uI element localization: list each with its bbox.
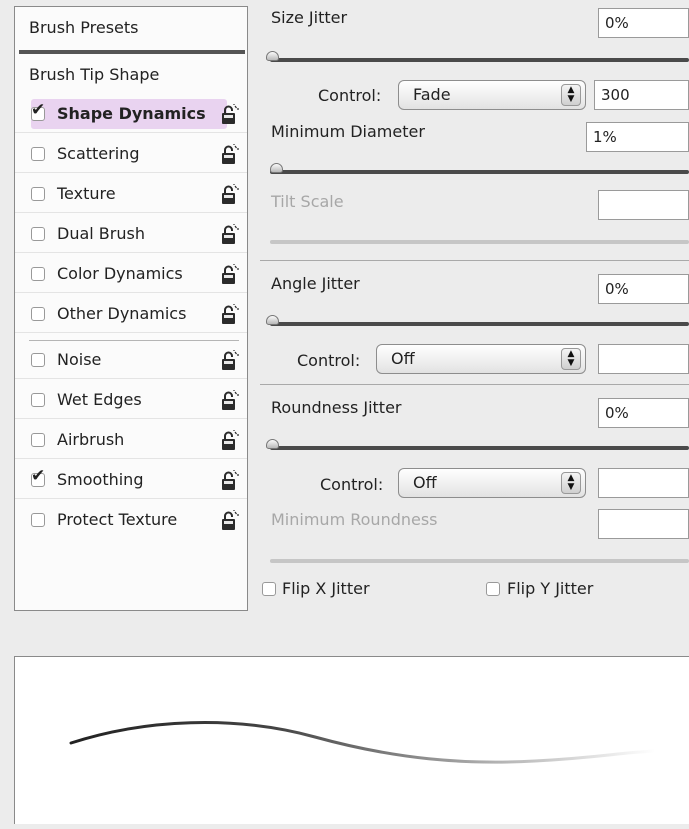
angle-jitter-slider[interactable]: [270, 322, 689, 326]
tilt-scale-label: Tilt Scale: [271, 192, 344, 211]
size-jitter-slider[interactable]: [270, 58, 689, 62]
brush-presets-label: Brush Presets: [29, 18, 139, 37]
dual-brush-label: Dual Brush: [57, 224, 145, 243]
brush-presets-item[interactable]: Brush Presets: [15, 9, 247, 47]
brush-tip-shape-item[interactable]: Brush Tip Shape: [15, 57, 247, 93]
lock-icon[interactable]: [220, 264, 240, 286]
lock-icon[interactable]: [220, 144, 240, 166]
lock-icon[interactable]: [220, 184, 240, 206]
option-texture[interactable]: Texture: [15, 175, 247, 213]
select-arrows-icon: ▲ ▼: [561, 472, 581, 494]
option-other-dynamics[interactable]: Other Dynamics: [15, 295, 247, 333]
minimum-diameter-slider[interactable]: [270, 170, 689, 174]
color-dynamics-checkbox[interactable]: [31, 267, 45, 281]
scattering-label: Scattering: [57, 144, 140, 163]
wet-edges-checkbox[interactable]: [31, 393, 45, 407]
scattering-checkbox[interactable]: [31, 147, 45, 161]
shape-dynamics-label: Shape Dynamics: [57, 104, 206, 123]
option-scattering[interactable]: Scattering: [15, 135, 247, 173]
lock-icon[interactable]: [220, 470, 240, 492]
size-control-label: Control:: [318, 86, 382, 105]
brush-tip-shape-label: Brush Tip Shape: [29, 65, 160, 84]
angle-jitter-label: Angle Jitter: [271, 274, 360, 293]
brush-options-list: Brush Presets Brush Tip Shape ✔ Shape Dyn…: [14, 6, 248, 611]
size-jitter-label: Size Jitter: [271, 8, 348, 27]
wet-edges-label: Wet Edges: [57, 390, 142, 409]
shape-dynamics-checkbox[interactable]: ✔: [31, 102, 45, 121]
flip-y-checkbox[interactable]: [486, 582, 500, 596]
roundness-jitter-slider-knob[interactable]: [266, 439, 279, 449]
option-airbrush[interactable]: Airbrush: [15, 421, 247, 459]
option-wet-edges[interactable]: Wet Edges: [15, 381, 247, 419]
option-smoothing[interactable]: ✔ Smoothing: [15, 461, 247, 499]
option-color-dynamics[interactable]: Color Dynamics: [15, 255, 247, 293]
angle-control-select[interactable]: Off ▲ ▼: [376, 344, 586, 374]
size-control-select[interactable]: Fade ▲ ▼: [398, 80, 586, 110]
lock-icon[interactable]: [220, 350, 240, 372]
stroke-preview-svg: [69, 721, 657, 764]
lock-icon[interactable]: [220, 304, 240, 326]
flip-x-label: Flip X Jitter: [282, 579, 370, 598]
section-divider: [260, 260, 689, 261]
texture-checkbox[interactable]: [31, 187, 45, 201]
flip-x-checkbox[interactable]: [262, 582, 276, 596]
minimum-diameter-label: Minimum Diameter: [271, 122, 425, 141]
option-noise[interactable]: Noise: [15, 341, 247, 379]
lock-icon[interactable]: [220, 224, 240, 246]
smoothing-label: Smoothing: [57, 470, 144, 489]
fade-steps-field[interactable]: 300: [594, 80, 689, 110]
roundness-control-value: Off: [413, 473, 437, 492]
noise-checkbox[interactable]: [31, 353, 45, 367]
airbrush-label: Airbrush: [57, 430, 125, 449]
size-jitter-field[interactable]: 0%: [598, 8, 689, 38]
angle-jitter-slider-knob[interactable]: [266, 315, 279, 325]
angle-control-value: Off: [391, 349, 415, 368]
checkmark-icon: ✔: [31, 100, 46, 120]
roundness-control-label: Control:: [320, 475, 384, 494]
divider: [19, 50, 245, 54]
roundness-jitter-field[interactable]: 0%: [598, 398, 689, 428]
checkmark-icon: ✔: [31, 466, 46, 486]
angle-jitter-field[interactable]: 0%: [598, 274, 689, 304]
minimum-diameter-field[interactable]: 1%: [586, 122, 689, 152]
flip-y-label: Flip Y Jitter: [507, 579, 594, 598]
minimum-roundness-slider: [270, 559, 689, 563]
minimum-roundness-field: [598, 509, 689, 539]
select-arrows-icon: ▲ ▼: [561, 84, 581, 106]
minimum-diameter-slider-knob[interactable]: [270, 163, 283, 173]
lock-icon[interactable]: [220, 390, 240, 412]
section-divider: [260, 384, 689, 385]
tilt-scale-field: [598, 190, 689, 220]
other-dynamics-label: Other Dynamics: [57, 304, 187, 323]
protect-texture-label: Protect Texture: [57, 510, 178, 529]
angle-control-field[interactable]: [598, 344, 689, 374]
option-shape-dynamics[interactable]: ✔ Shape Dynamics: [15, 95, 247, 133]
lock-icon[interactable]: [220, 430, 240, 452]
brush-stroke: [69, 721, 657, 764]
roundness-jitter-slider[interactable]: [270, 446, 689, 450]
brush-stroke-preview: [14, 656, 689, 824]
noise-label: Noise: [57, 350, 102, 369]
dual-brush-checkbox[interactable]: [31, 227, 45, 241]
lock-icon[interactable]: [220, 510, 240, 532]
option-protect-texture[interactable]: Protect Texture: [15, 501, 247, 539]
texture-label: Texture: [57, 184, 116, 203]
roundness-control-select[interactable]: Off ▲ ▼: [398, 468, 586, 498]
minimum-roundness-label: Minimum Roundness: [271, 510, 438, 529]
smoothing-checkbox[interactable]: ✔: [31, 468, 45, 487]
airbrush-checkbox[interactable]: [31, 433, 45, 447]
other-dynamics-checkbox[interactable]: [31, 307, 45, 321]
roundness-jitter-label: Roundness Jitter: [271, 398, 402, 417]
angle-control-label: Control:: [297, 351, 361, 370]
option-dual-brush[interactable]: Dual Brush: [15, 215, 247, 253]
roundness-control-field[interactable]: [598, 468, 689, 498]
size-control-value: Fade: [413, 85, 451, 104]
tilt-scale-slider: [270, 240, 689, 244]
select-arrows-icon: ▲ ▼: [561, 348, 581, 370]
size-jitter-slider-knob[interactable]: [266, 51, 279, 61]
protect-texture-checkbox[interactable]: [31, 513, 45, 527]
color-dynamics-label: Color Dynamics: [57, 264, 183, 283]
lock-icon[interactable]: [220, 104, 240, 126]
